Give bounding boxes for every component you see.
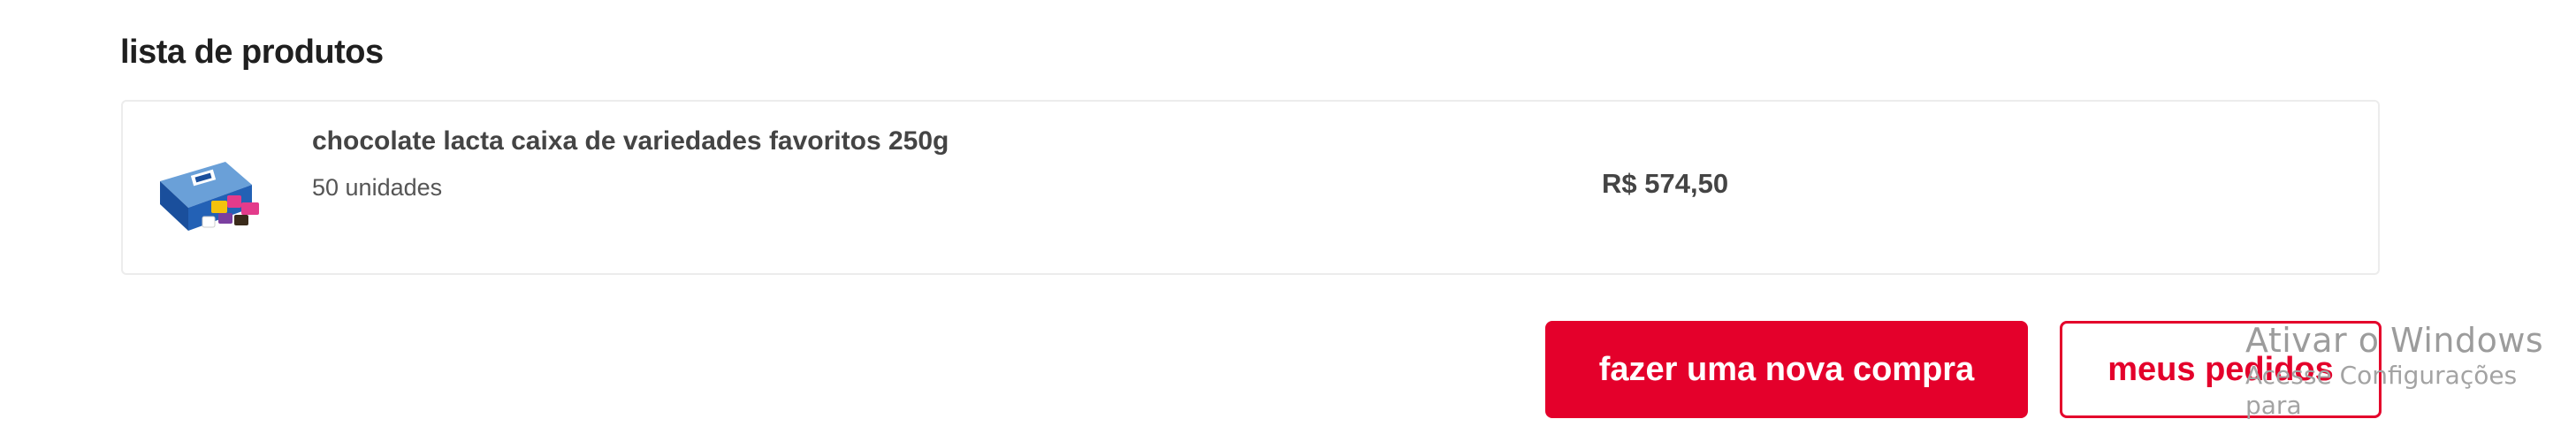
lacta-box-image xyxy=(160,162,259,231)
product-thumbnail xyxy=(153,146,268,243)
my-orders-button[interactable]: meus pedidos xyxy=(2060,321,2382,418)
product-name: chocolate lacta caixa de variedades favo… xyxy=(312,126,949,156)
product-quantity: 50 unidades xyxy=(312,174,443,201)
new-purchase-button[interactable]: fazer uma nova compra xyxy=(1545,321,2028,418)
order-summary-page: lista de produtos chocolate lacta caixa … xyxy=(0,0,2576,442)
section-title: lista de produtos xyxy=(120,34,384,71)
product-price: R$ 574,50 xyxy=(1602,168,1729,199)
product-card: chocolate lacta caixa de variedades favo… xyxy=(121,100,2380,275)
